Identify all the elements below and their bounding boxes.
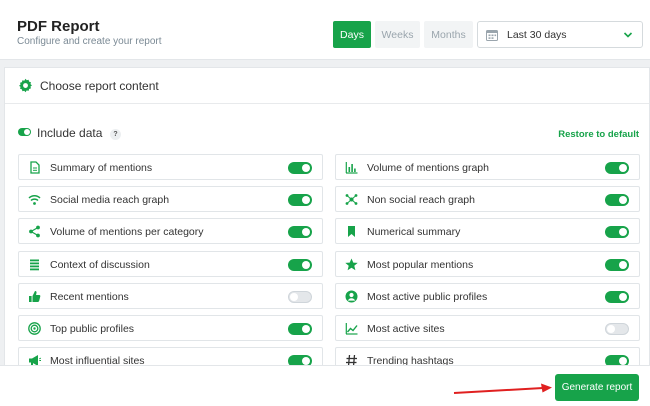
- restore-default-link[interactable]: Restore to default: [558, 129, 639, 140]
- report-option-label: Context of discussion: [50, 258, 150, 271]
- report-option-toggle[interactable]: [605, 323, 629, 335]
- star-icon: [345, 258, 358, 270]
- report-option-label: Volume of mentions per category: [50, 226, 204, 239]
- report-option-label: Numerical summary: [367, 226, 461, 239]
- page-subtitle: Configure and create your report: [17, 36, 162, 47]
- report-option-toggle[interactable]: [288, 258, 312, 271]
- include-data-label: Include data: [37, 126, 103, 140]
- period-days-button[interactable]: Days: [333, 21, 371, 48]
- report-option-toggle[interactable]: [605, 162, 629, 174]
- report-option-toggle[interactable]: [288, 162, 312, 174]
- period-months-button[interactable]: Months: [424, 21, 473, 48]
- report-option-toggle[interactable]: [605, 226, 629, 239]
- user-circle-icon: [345, 290, 358, 303]
- calendar-icon: [486, 29, 498, 41]
- target-icon: [28, 322, 41, 335]
- report-option-label: Top public profiles: [50, 323, 135, 335]
- report-option-item[interactable]: Volume of mentions per category: [18, 218, 323, 245]
- report-option-item[interactable]: Social media reach graph: [18, 186, 323, 213]
- report-option-toggle[interactable]: [288, 194, 312, 207]
- report-content-panel: Choose report content Include data ? Res…: [4, 67, 650, 374]
- report-option-item[interactable]: Numerical summary: [335, 218, 640, 245]
- gear-icon: [19, 78, 32, 93]
- report-option-item[interactable]: Most popular mentions: [335, 250, 640, 277]
- wifi-icon: [28, 195, 41, 206]
- bar-chart-icon: [345, 162, 358, 174]
- panel-header: Choose report content: [5, 68, 649, 104]
- report-option-toggle[interactable]: [288, 290, 312, 303]
- period-weeks-button[interactable]: Weeks: [375, 21, 420, 48]
- include-data-toggle[interactable]: [18, 128, 31, 136]
- list-icon: [30, 259, 39, 270]
- help-icon[interactable]: ?: [110, 129, 121, 140]
- report-option-toggle[interactable]: [605, 258, 629, 271]
- report-option-label: Recent mentions: [50, 290, 129, 303]
- header-bar: PDF Report Configure and create your rep…: [0, 0, 650, 60]
- report-option-item[interactable]: Summary of mentions: [18, 154, 323, 180]
- report-option-label: Summary of mentions: [50, 162, 153, 174]
- report-option-item[interactable]: Volume of mentions graph: [335, 154, 640, 180]
- report-option-toggle[interactable]: [288, 226, 312, 239]
- report-option-toggle[interactable]: [288, 323, 312, 335]
- generate-report-button[interactable]: Generate report: [555, 374, 639, 401]
- page-title: PDF Report: [17, 18, 100, 35]
- report-option-label: Most active public profiles: [367, 290, 488, 303]
- share-icon: [29, 225, 40, 238]
- document-icon: [30, 161, 40, 174]
- report-option-item[interactable]: Context of discussion: [18, 250, 323, 277]
- report-option-label: Non social reach graph: [367, 194, 475, 207]
- bookmark-icon: [348, 226, 355, 238]
- report-option-item[interactable]: Non social reach graph: [335, 186, 640, 213]
- network-icon: [345, 194, 358, 206]
- date-range-select[interactable]: Last 30 days: [477, 21, 643, 48]
- date-range-value: Last 30 days: [507, 28, 567, 41]
- report-option-item[interactable]: Top public profiles: [18, 315, 323, 341]
- report-option-label: Social media reach graph: [50, 194, 170, 207]
- line-chart-icon: [345, 323, 358, 335]
- report-option-label: Most active sites: [367, 323, 445, 335]
- thumbs-up-icon: [29, 290, 41, 302]
- report-option-item[interactable]: Recent mentions: [18, 282, 323, 309]
- report-option-label: Most popular mentions: [367, 258, 474, 271]
- report-option-toggle[interactable]: [605, 290, 629, 303]
- report-option-item[interactable]: Most active public profiles: [335, 282, 640, 309]
- report-option-toggle[interactable]: [605, 194, 629, 207]
- report-option-label: Volume of mentions graph: [367, 162, 489, 174]
- chevron-down-icon: [623, 32, 633, 38]
- panel-title: Choose report content: [40, 79, 159, 93]
- red-arrow-annotation: [453, 383, 552, 394]
- report-option-item[interactable]: Most active sites: [335, 315, 640, 341]
